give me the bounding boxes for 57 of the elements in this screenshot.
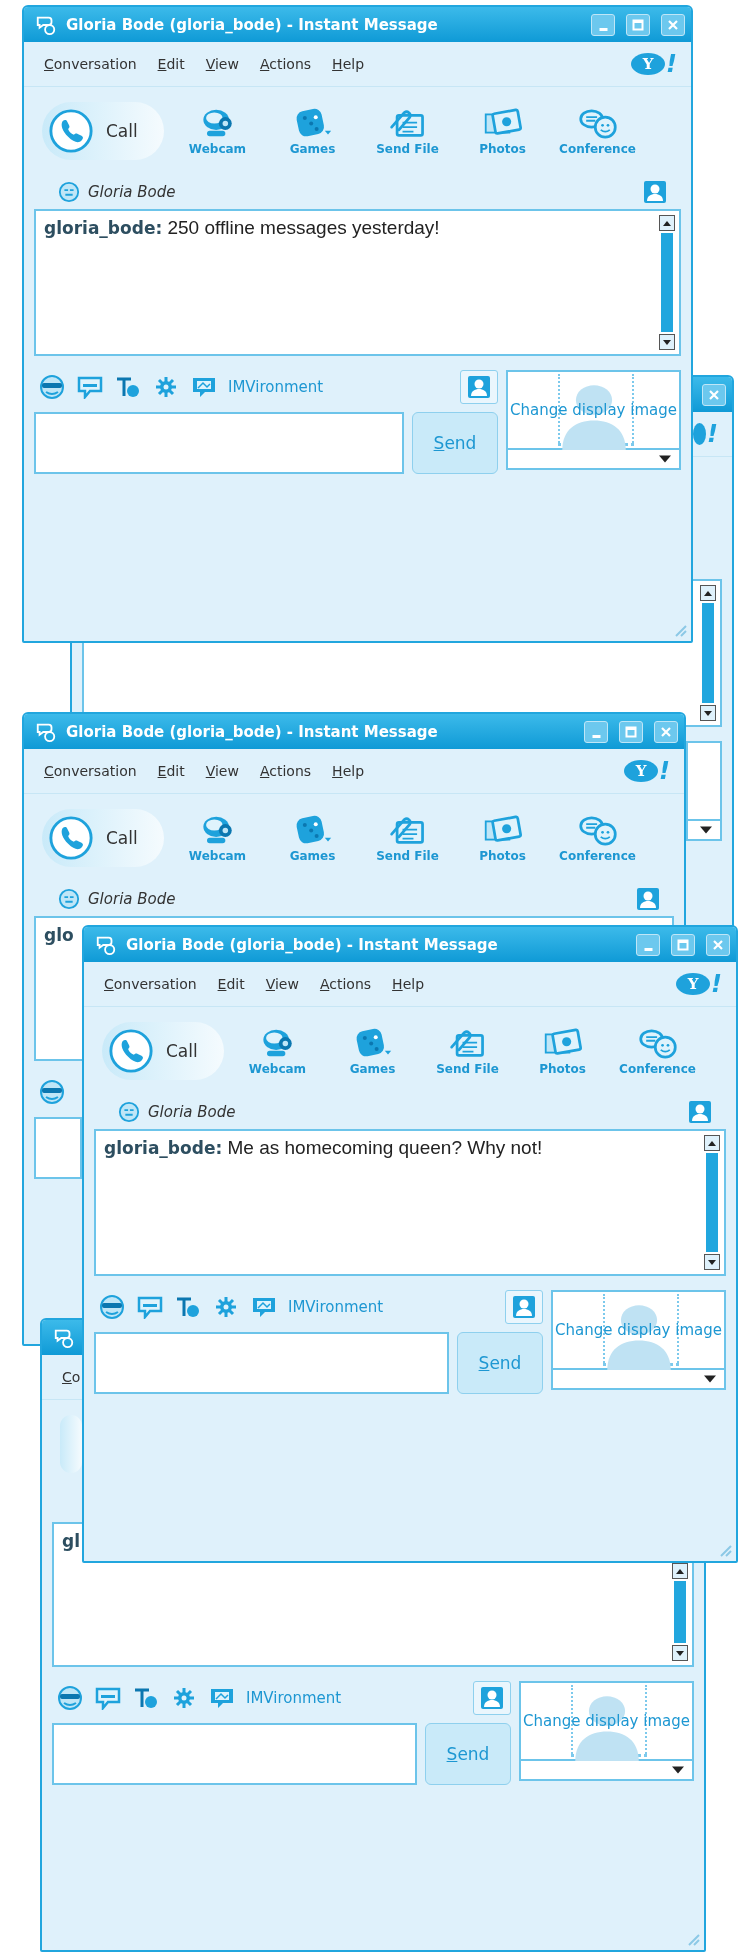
menu-item[interactable]: Edit — [157, 763, 185, 779]
change-image-link[interactable]: Change display image — [523, 1712, 690, 1730]
menu-item[interactable]: Conversation — [44, 56, 137, 72]
logo: ! — [693, 420, 718, 448]
contact-name: Gloria Bode — [148, 1103, 236, 1121]
games-button[interactable]: Games — [265, 813, 360, 863]
conference-button[interactable]: Conference — [550, 106, 645, 156]
send-button[interactable]: Send — [425, 1723, 511, 1785]
display-image[interactable]: Change display image — [519, 1681, 694, 1781]
menu-item[interactable]: Co — [62, 1369, 81, 1385]
contact-name: Gloria Bode — [88, 183, 176, 201]
change-image-link[interactable]: Change display image — [555, 1321, 722, 1339]
webcam-button[interactable]: Webcam — [170, 813, 265, 863]
photos-button[interactable]: Photos — [455, 813, 550, 863]
contact-name: Gloria Bode — [88, 890, 176, 908]
imvironment-button[interactable]: IMVironment — [228, 378, 324, 396]
webcam-button[interactable]: Webcam — [230, 1026, 325, 1076]
games-button[interactable]: Games — [265, 106, 360, 156]
imvironment-button[interactable]: IMVironment — [288, 1298, 384, 1316]
conference-button[interactable]: Conference — [550, 813, 645, 863]
file-button[interactable]: Send File — [360, 106, 455, 156]
menu-item[interactable]: View — [265, 976, 299, 992]
call-button[interactable]: Call — [42, 102, 164, 160]
menu-item[interactable]: Actions — [319, 976, 372, 992]
photos-button[interactable]: Photos — [455, 106, 550, 156]
window-title: Gloria Bode (gloria_bode) - Instant Message — [66, 15, 438, 34]
webcam-button[interactable]: Webcam — [170, 106, 265, 156]
menu-item[interactable]: Conversation — [44, 763, 137, 779]
menu-item[interactable]: Help — [332, 56, 364, 72]
menu-item[interactable]: Actions — [259, 763, 312, 779]
menu-item[interactable]: Help — [392, 976, 424, 992]
window-title: Gloria Bode (gloria_bode) - Instant Message — [126, 935, 498, 954]
menu-item[interactable]: Conversation — [104, 976, 197, 992]
menu-item[interactable]: Actions — [259, 56, 312, 72]
conference-button[interactable]: Conference — [610, 1026, 705, 1076]
file-button[interactable]: Send File — [360, 813, 455, 863]
chat-message: glo — [44, 924, 74, 945]
menu-item[interactable]: View — [205, 56, 239, 72]
menu-item[interactable]: Edit — [157, 56, 185, 72]
imvironment-button[interactable]: IMVironment — [246, 1689, 342, 1707]
call-button[interactable]: Call — [42, 809, 164, 867]
menu-item[interactable]: View — [205, 763, 239, 779]
chat-message: gl — [62, 1530, 80, 1551]
games-button[interactable]: Games — [325, 1026, 420, 1076]
display-image[interactable]: Change display image — [506, 370, 681, 470]
menu-item[interactable]: Help — [332, 763, 364, 779]
window-title: Gloria Bode (gloria_bode) - Instant Message — [66, 722, 438, 741]
change-image-link[interactable]: Change display image — [510, 401, 677, 419]
menu-item[interactable]: Edit — [217, 976, 245, 992]
photos-button[interactable]: Photos — [515, 1026, 610, 1076]
send-button[interactable]: Send — [457, 1332, 543, 1394]
file-button[interactable]: Send File — [420, 1026, 515, 1076]
chat-message: gloria_bode: Me as homecoming queen? Why not! — [104, 1137, 543, 1158]
chat-message: gloria_bode: 250 offline messages yesterday! — [44, 217, 440, 238]
send-button[interactable]: Send — [412, 412, 498, 474]
display-image[interactable]: Change display image — [551, 1290, 726, 1390]
call-button[interactable]: Call — [102, 1022, 224, 1080]
